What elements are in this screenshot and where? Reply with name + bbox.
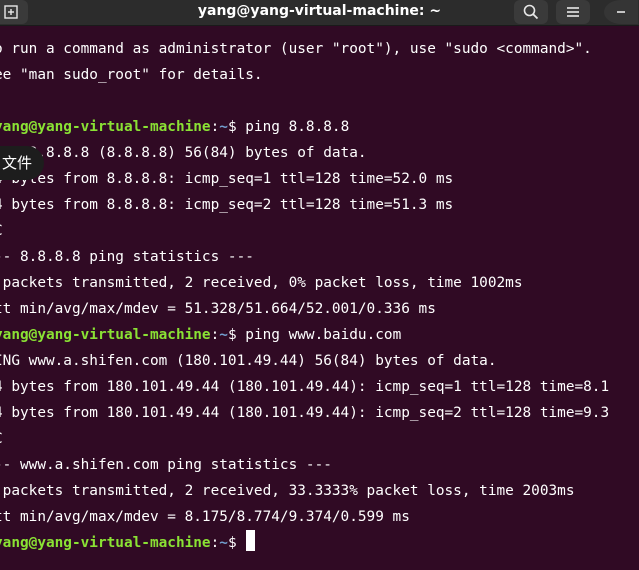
output-line: 4 bytes from 180.101.49.44 (180.101.49.4… <box>0 405 610 421</box>
prompt-line: yang@yang-virtual-machine:~$ <box>0 530 639 556</box>
prompt-line: yang@yang-virtual-machine:~$ ping www.ba… <box>0 322 639 348</box>
minimize-icon <box>617 11 625 13</box>
output-line: 4 bytes from 8.8.8.8: icmp_seq=1 ttl=128… <box>0 171 454 187</box>
output-line: tt min/avg/max/mdev = 51.328/51.664/52.0… <box>0 301 436 317</box>
hamburger-menu-icon <box>567 7 579 17</box>
output-line: 4 bytes from 180.101.49.44 (180.101.49.4… <box>0 379 610 395</box>
output-line: C <box>0 426 639 452</box>
prompt-dollar: $ <box>227 119 246 135</box>
title-bar: yang@yang-virtual-machine: ~ <box>0 0 639 26</box>
prompt-separator: : <box>210 327 220 343</box>
output-line: -- 8.8.8.8 ping statistics --- <box>0 249 254 265</box>
output-line: packets transmitted, 2 received, 33.3333… <box>0 483 575 499</box>
menu-button[interactable] <box>556 0 590 24</box>
output-line: ING www.a.shifen.com (180.101.49.44) 56(… <box>0 353 497 369</box>
prompt-dollar: $ <box>227 327 246 343</box>
command-text: ping www.baidu.com <box>245 327 402 343</box>
output-line: ee "man sudo_root" for details. <box>0 67 263 83</box>
command-text: ping 8.8.8.8 <box>245 119 350 135</box>
output-line: tt min/avg/max/mdev = 8.175/8.774/9.374/… <box>0 509 410 525</box>
minimize-button[interactable] <box>604 0 638 24</box>
search-button[interactable] <box>514 0 548 24</box>
prompt-path: ~ <box>219 535 228 551</box>
prompt-path: ~ <box>219 119 228 135</box>
prompt-line: yang@yang-virtual-machine:~$ ping 8.8.8.… <box>0 114 639 140</box>
output-line: 4 bytes from 8.8.8.8: icmp_seq=2 ttl=128… <box>0 197 454 213</box>
prompt-user: yang@yang-virtual-machine <box>0 535 211 551</box>
output-line: ING 8.8.8.8 (8.8.8.8) 56(84) bytes of da… <box>0 145 367 161</box>
prompt-separator: : <box>210 535 220 551</box>
output-line: o run a command as administrator (user "… <box>0 41 592 57</box>
prompt-separator: : <box>210 119 220 135</box>
search-icon <box>523 4 539 20</box>
prompt-user: yang@yang-virtual-machine <box>0 119 211 135</box>
prompt-dollar: $ <box>227 535 246 551</box>
output-line: C <box>0 218 639 244</box>
prompt-path: ~ <box>219 327 228 343</box>
output-line: packets transmitted, 2 received, 0% pack… <box>0 275 523 291</box>
text-cursor <box>246 530 256 551</box>
terminal-output[interactable]: o run a command as administrator (user "… <box>0 36 639 570</box>
output-line: -- www.a.shifen.com ping statistics --- <box>0 457 332 473</box>
ime-popup[interactable]: 文件 <box>0 146 44 180</box>
prompt-user: yang@yang-virtual-machine <box>0 327 211 343</box>
